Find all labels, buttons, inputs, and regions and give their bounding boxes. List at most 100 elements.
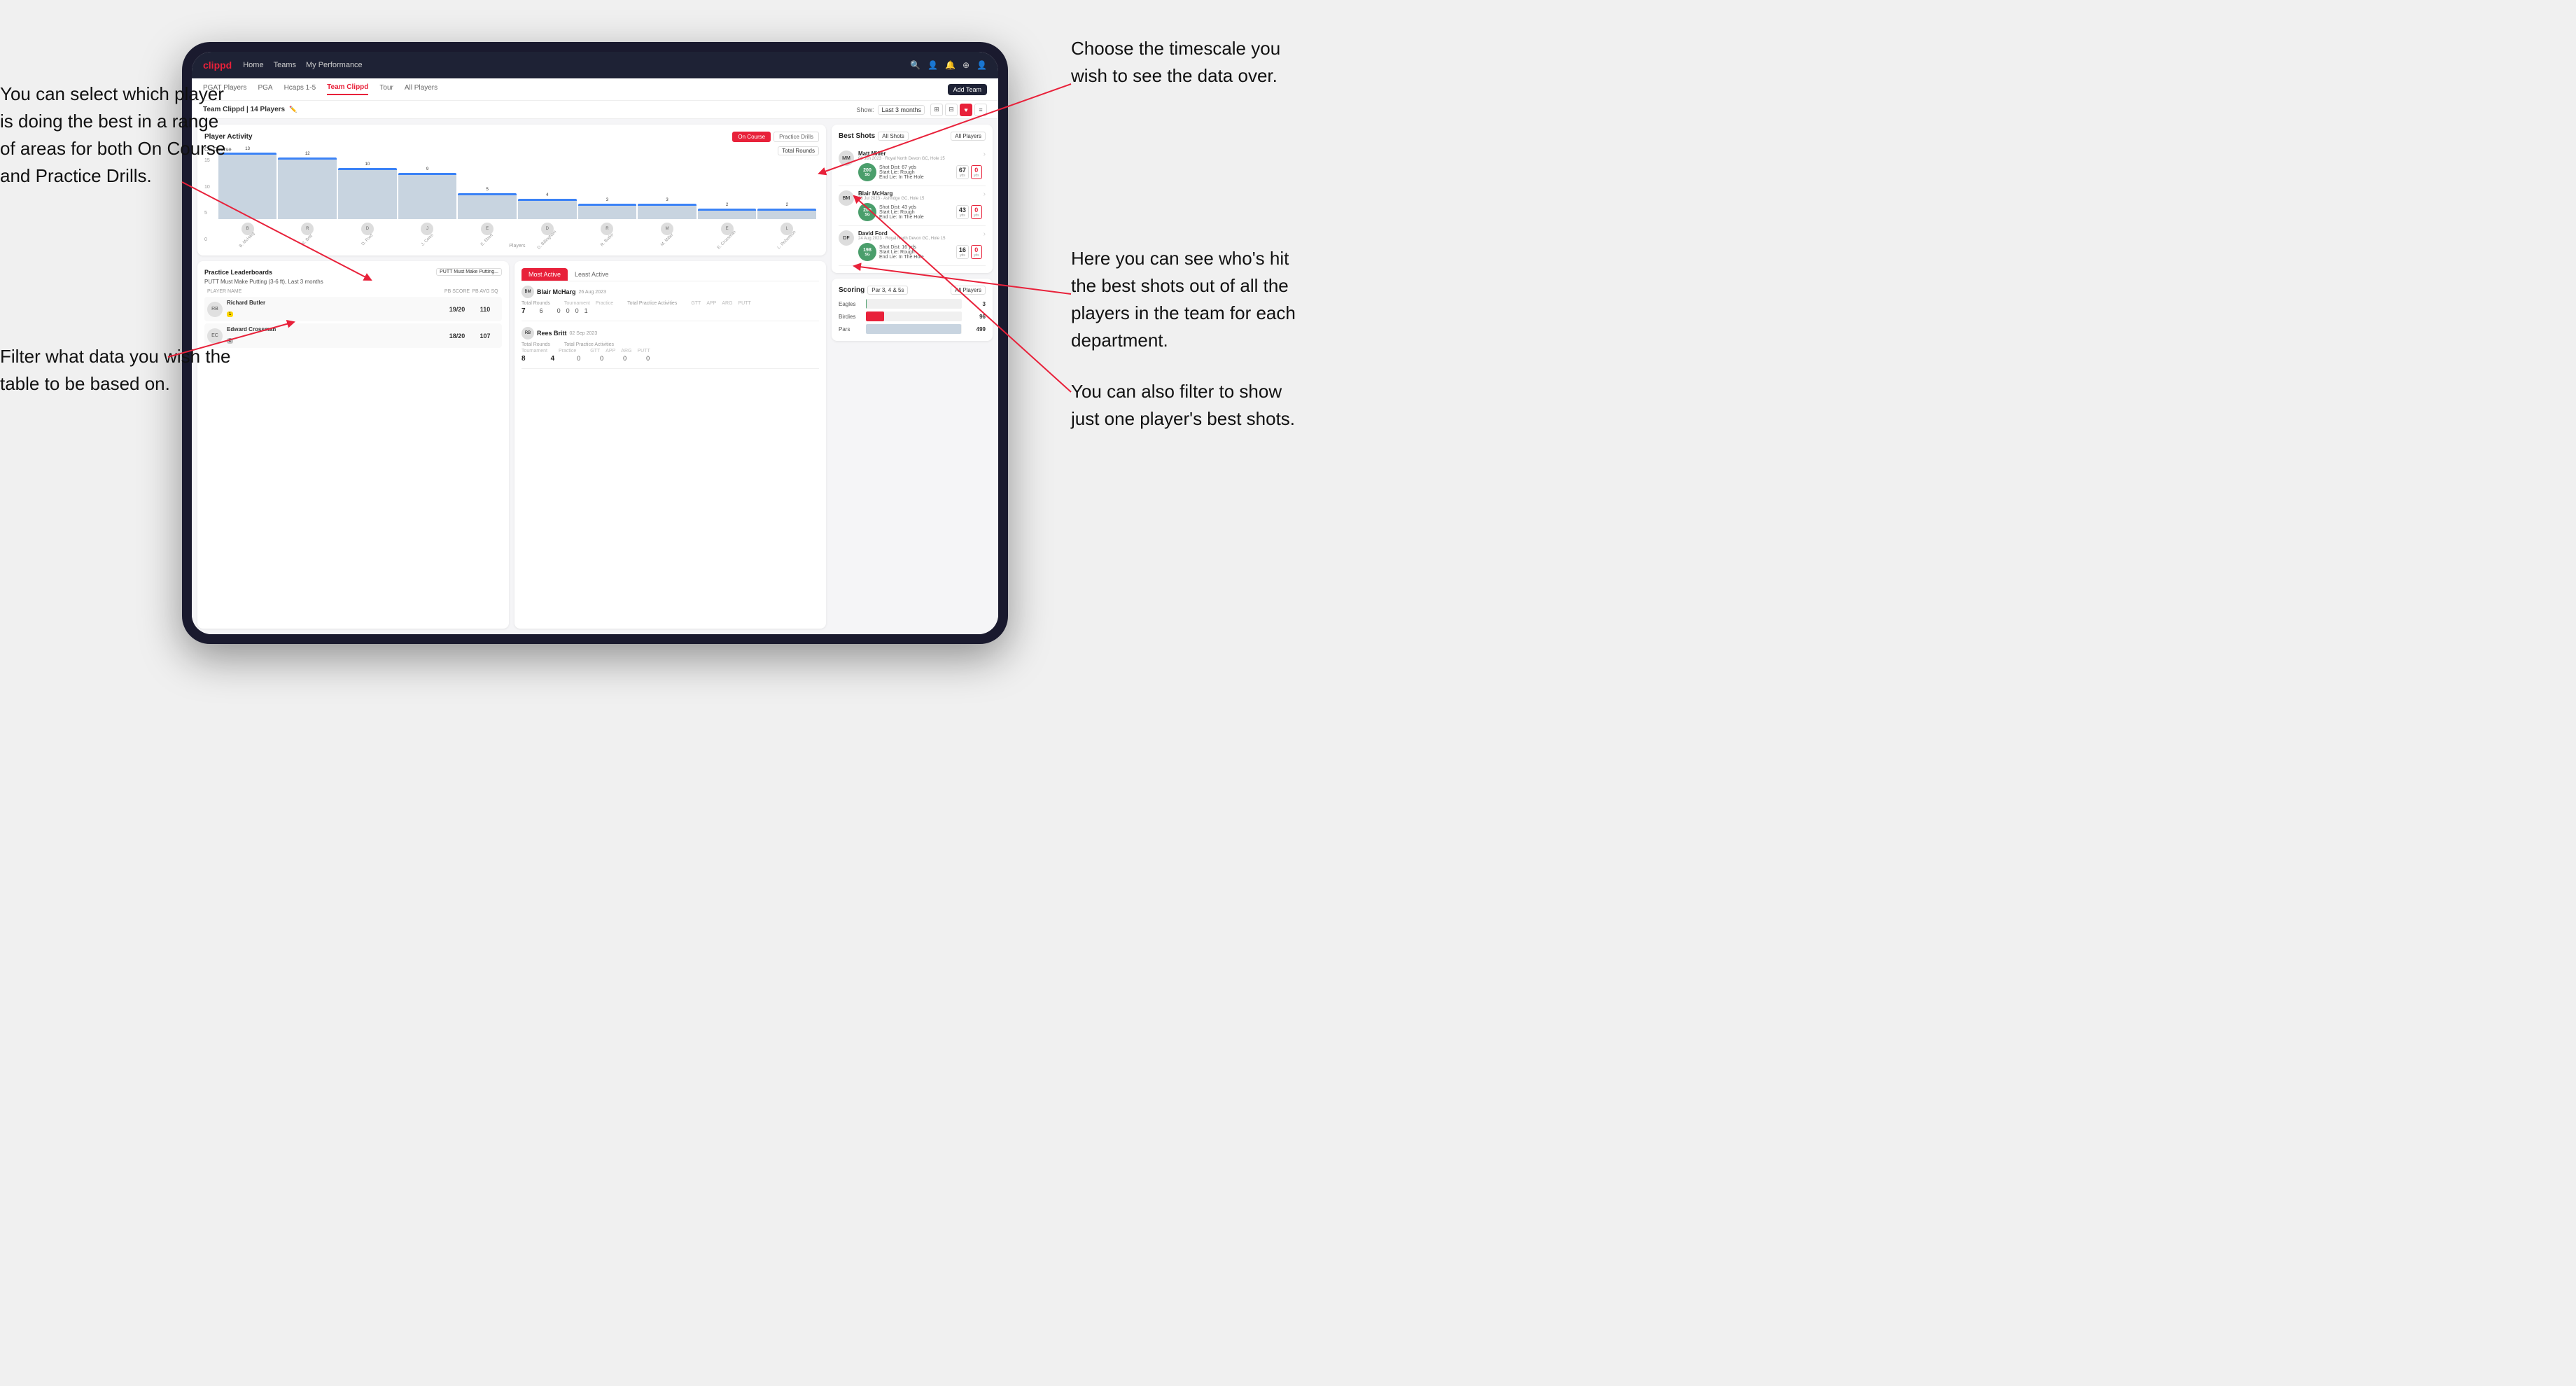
shot-yds-zero-3: 0 yds — [971, 245, 982, 259]
bar-value-5: 4 — [546, 193, 548, 197]
card-header: Player Activity On Course Practice Drill… — [204, 132, 819, 142]
pa-date-1: 26 Aug 2023 — [579, 290, 606, 295]
shots-players-filter[interactable]: All Players — [951, 132, 986, 141]
score-val-eagles: 3 — [965, 301, 986, 307]
pa-sub-labels-2: Tournament Practice — [522, 349, 576, 354]
sub-header: Team Clippd | 14 Players ✏️ Show: Last 3… — [192, 101, 998, 119]
lb-player-info-2: Edward Crossman 2 — [227, 326, 443, 345]
lb-badge-1: 1 — [227, 312, 233, 317]
left-panel: Player Activity On Course Practice Drill… — [197, 125, 826, 629]
pa-arg-val-2: 0 — [623, 355, 626, 363]
shot-dist-text-1: Shot Dist: 67 ydsStart Lie: RoughEnd Lie… — [879, 165, 953, 180]
score-val-birdies: 96 — [965, 314, 986, 320]
tab-bar: PGAT Players PGA Hcaps 1-5 Team Clippd T… — [192, 78, 998, 101]
shot-badge-1: 200 SG — [858, 163, 876, 181]
y-label-0: 0 — [204, 237, 210, 242]
view-heart[interactable]: ♥ — [960, 104, 972, 116]
pa-practice-sublabel-2: Practice — [559, 349, 576, 354]
shot-player-3: David Ford — [858, 230, 982, 237]
tab-practice-drills[interactable]: Practice Drills — [774, 132, 819, 142]
pa-practice-sub-acts-1: GTT APP ARG PUTT — [691, 301, 750, 306]
view-icons: ⊞ ⊟ ♥ ≡ — [930, 104, 987, 116]
bar-6 — [578, 204, 637, 219]
annotation-bottom-left: Filter what data you wish the table to b… — [0, 343, 231, 398]
score-val-pars: 499 — [965, 326, 986, 332]
pa-practice-val-1: 6 — [540, 307, 543, 315]
view-settings[interactable]: ≡ — [974, 104, 987, 116]
bell-icon[interactable]: 🔔 — [945, 60, 955, 70]
pa-tournament-val-1: 7 — [522, 307, 526, 315]
lb-avg-2: 107 — [471, 332, 499, 340]
lb-header-pb: PB SCORE — [443, 289, 471, 294]
view-grid-small[interactable]: ⊟ — [945, 104, 958, 116]
pa-arg-label-1: ARG — [722, 301, 732, 306]
bar-3 — [398, 173, 457, 219]
show-select[interactable]: Last 3 months — [878, 105, 925, 115]
view-grid-large[interactable]: ⊞ — [930, 104, 943, 116]
score-label-birdies: Birdies — [839, 314, 863, 320]
practice-header: Practice Leaderboards PUTT Must Make Put… — [204, 268, 502, 276]
lb-headers: PLAYER NAME PB SCORE PB AVG SQ — [204, 289, 502, 294]
tab-least-active[interactable]: Least Active — [568, 268, 616, 281]
nav-items: Home Teams My Performance — [243, 61, 910, 69]
pa-gtt-val-2: 0 — [577, 355, 580, 363]
person-icon[interactable]: 👤 — [927, 60, 938, 70]
tab-team-clippd[interactable]: Team Clippd — [327, 83, 368, 95]
pa-putt-val-2: 0 — [646, 355, 650, 363]
main-content: Player Activity On Course Practice Drill… — [192, 119, 998, 634]
pa-gtt-label-1: GTT — [691, 301, 701, 306]
add-team-button[interactable]: Add Team — [948, 84, 987, 95]
tab-pga[interactable]: PGA — [258, 84, 272, 94]
pa-acts-sub-2: GTT APP ARG PUTT — [590, 349, 650, 354]
best-shots-card: Best Shots All Shots All Players MM Matt… — [832, 125, 993, 273]
shot-details-2: 200 SG Shot Dist: 43 ydsStart Lie: Rough… — [858, 203, 982, 221]
tab-all-players[interactable]: All Players — [405, 84, 438, 94]
score-bar-birdies-wrap — [866, 312, 962, 321]
bar-value-4: 5 — [486, 188, 488, 192]
edit-icon[interactable]: ✏️ — [289, 106, 297, 113]
pa-practice-acts-label-1: Total Practice Activities — [627, 301, 677, 306]
shot-info-3: David Ford 24 Aug 2023 · Royal North Dev… — [858, 230, 982, 261]
practice-leaderboards-card: Practice Leaderboards PUTT Must Make Put… — [197, 261, 509, 629]
tab-hcaps[interactable]: Hcaps 1-5 — [284, 84, 316, 94]
shot-yds-boxes-3: 16 yds 0 yds — [956, 245, 982, 259]
practice-filter[interactable]: PUTT Must Make Putting... — [436, 268, 502, 276]
pa-putt-label-1: PUTT — [738, 301, 751, 306]
search-icon[interactable]: 🔍 — [910, 60, 920, 70]
bar-value-8: 2 — [726, 203, 728, 207]
nav-performance[interactable]: My Performance — [306, 61, 363, 69]
player-activity-card: Player Activity On Course Practice Drill… — [197, 125, 826, 255]
shots-filter[interactable]: All Shots — [878, 132, 909, 141]
nav-home[interactable]: Home — [243, 61, 263, 69]
shot-chevron-1[interactable]: › — [983, 150, 986, 158]
shot-chevron-2[interactable]: › — [983, 190, 986, 198]
scoring-players-filter[interactable]: All Players — [951, 286, 986, 295]
nav-icons: 🔍 👤 🔔 ⊕ 👤 — [910, 60, 987, 70]
shot-badge-3: 198 SG — [858, 243, 876, 261]
pa-rounds-label-1: Total Rounds — [522, 301, 550, 306]
tab-on-course[interactable]: On Course — [732, 132, 771, 142]
avatar-icon[interactable]: 👤 — [976, 60, 987, 70]
tab-tour[interactable]: Tour — [379, 84, 393, 94]
pa-tournament-sublabel-2: Tournament — [522, 349, 547, 354]
shot-item-3: DF David Ford 24 Aug 2023 · Royal North … — [839, 226, 986, 266]
bar-value-1: 12 — [305, 152, 310, 156]
shot-avatar-1: MM — [839, 150, 854, 166]
chart-filter[interactable]: Total Rounds — [778, 146, 819, 155]
bar-8 — [698, 209, 757, 219]
score-row-eagles: Eagles 3 — [839, 299, 986, 309]
shot-details-1: 200 SG Shot Dist: 67 ydsStart Lie: Rough… — [858, 163, 982, 181]
scoring-filter[interactable]: Par 3, 4 & 5s — [867, 286, 908, 295]
bar-group-4: 5EE. Ebert — [458, 188, 517, 242]
add-icon[interactable]: ⊕ — [962, 60, 969, 70]
pa-rounds-label-2: Total Rounds — [522, 342, 550, 347]
bar-value-6: 3 — [606, 198, 608, 202]
bottom-left: Practice Leaderboards PUTT Must Make Put… — [197, 261, 826, 629]
tab-most-active[interactable]: Most Active — [522, 268, 568, 281]
lb-header-avg: PB AVG SQ — [471, 289, 499, 294]
bar-group-5: 4DD. Billingham — [518, 193, 577, 242]
nav-teams[interactable]: Teams — [274, 61, 296, 69]
lb-avatar-2: EC — [207, 328, 223, 344]
annotation-top-right: Choose the timescale you wish to see the… — [1071, 35, 1302, 90]
shot-chevron-3[interactable]: › — [983, 230, 986, 238]
